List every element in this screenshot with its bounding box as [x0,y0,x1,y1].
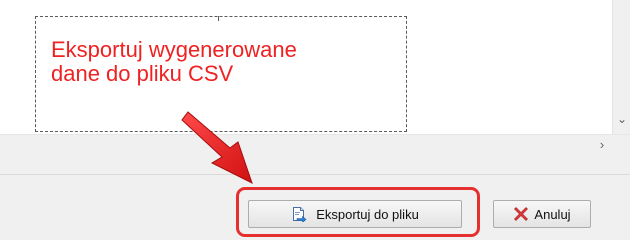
annotation-line-1: Eksportuj wygenerowane [51,37,297,62]
chevron-right-icon[interactable]: › [592,135,612,155]
horizontal-scrollbar[interactable]: › [0,134,630,155]
cancel-button[interactable]: Anuluj [493,200,591,228]
cancel-button-label: Anuluj [534,206,571,222]
highlight-frame [236,187,480,237]
vertical-scrollbar[interactable]: ⌄ [612,0,630,134]
annotation-line-2: dane do pliku CSV [51,61,234,86]
annotation-callout: Eksportuj wygenerowane dane do pliku CSV [51,38,381,86]
chevron-down-icon[interactable]: ⌄ [613,110,630,128]
panel-divider [0,174,630,175]
preview-box-tick [218,16,219,21]
red-x-icon [513,206,529,222]
